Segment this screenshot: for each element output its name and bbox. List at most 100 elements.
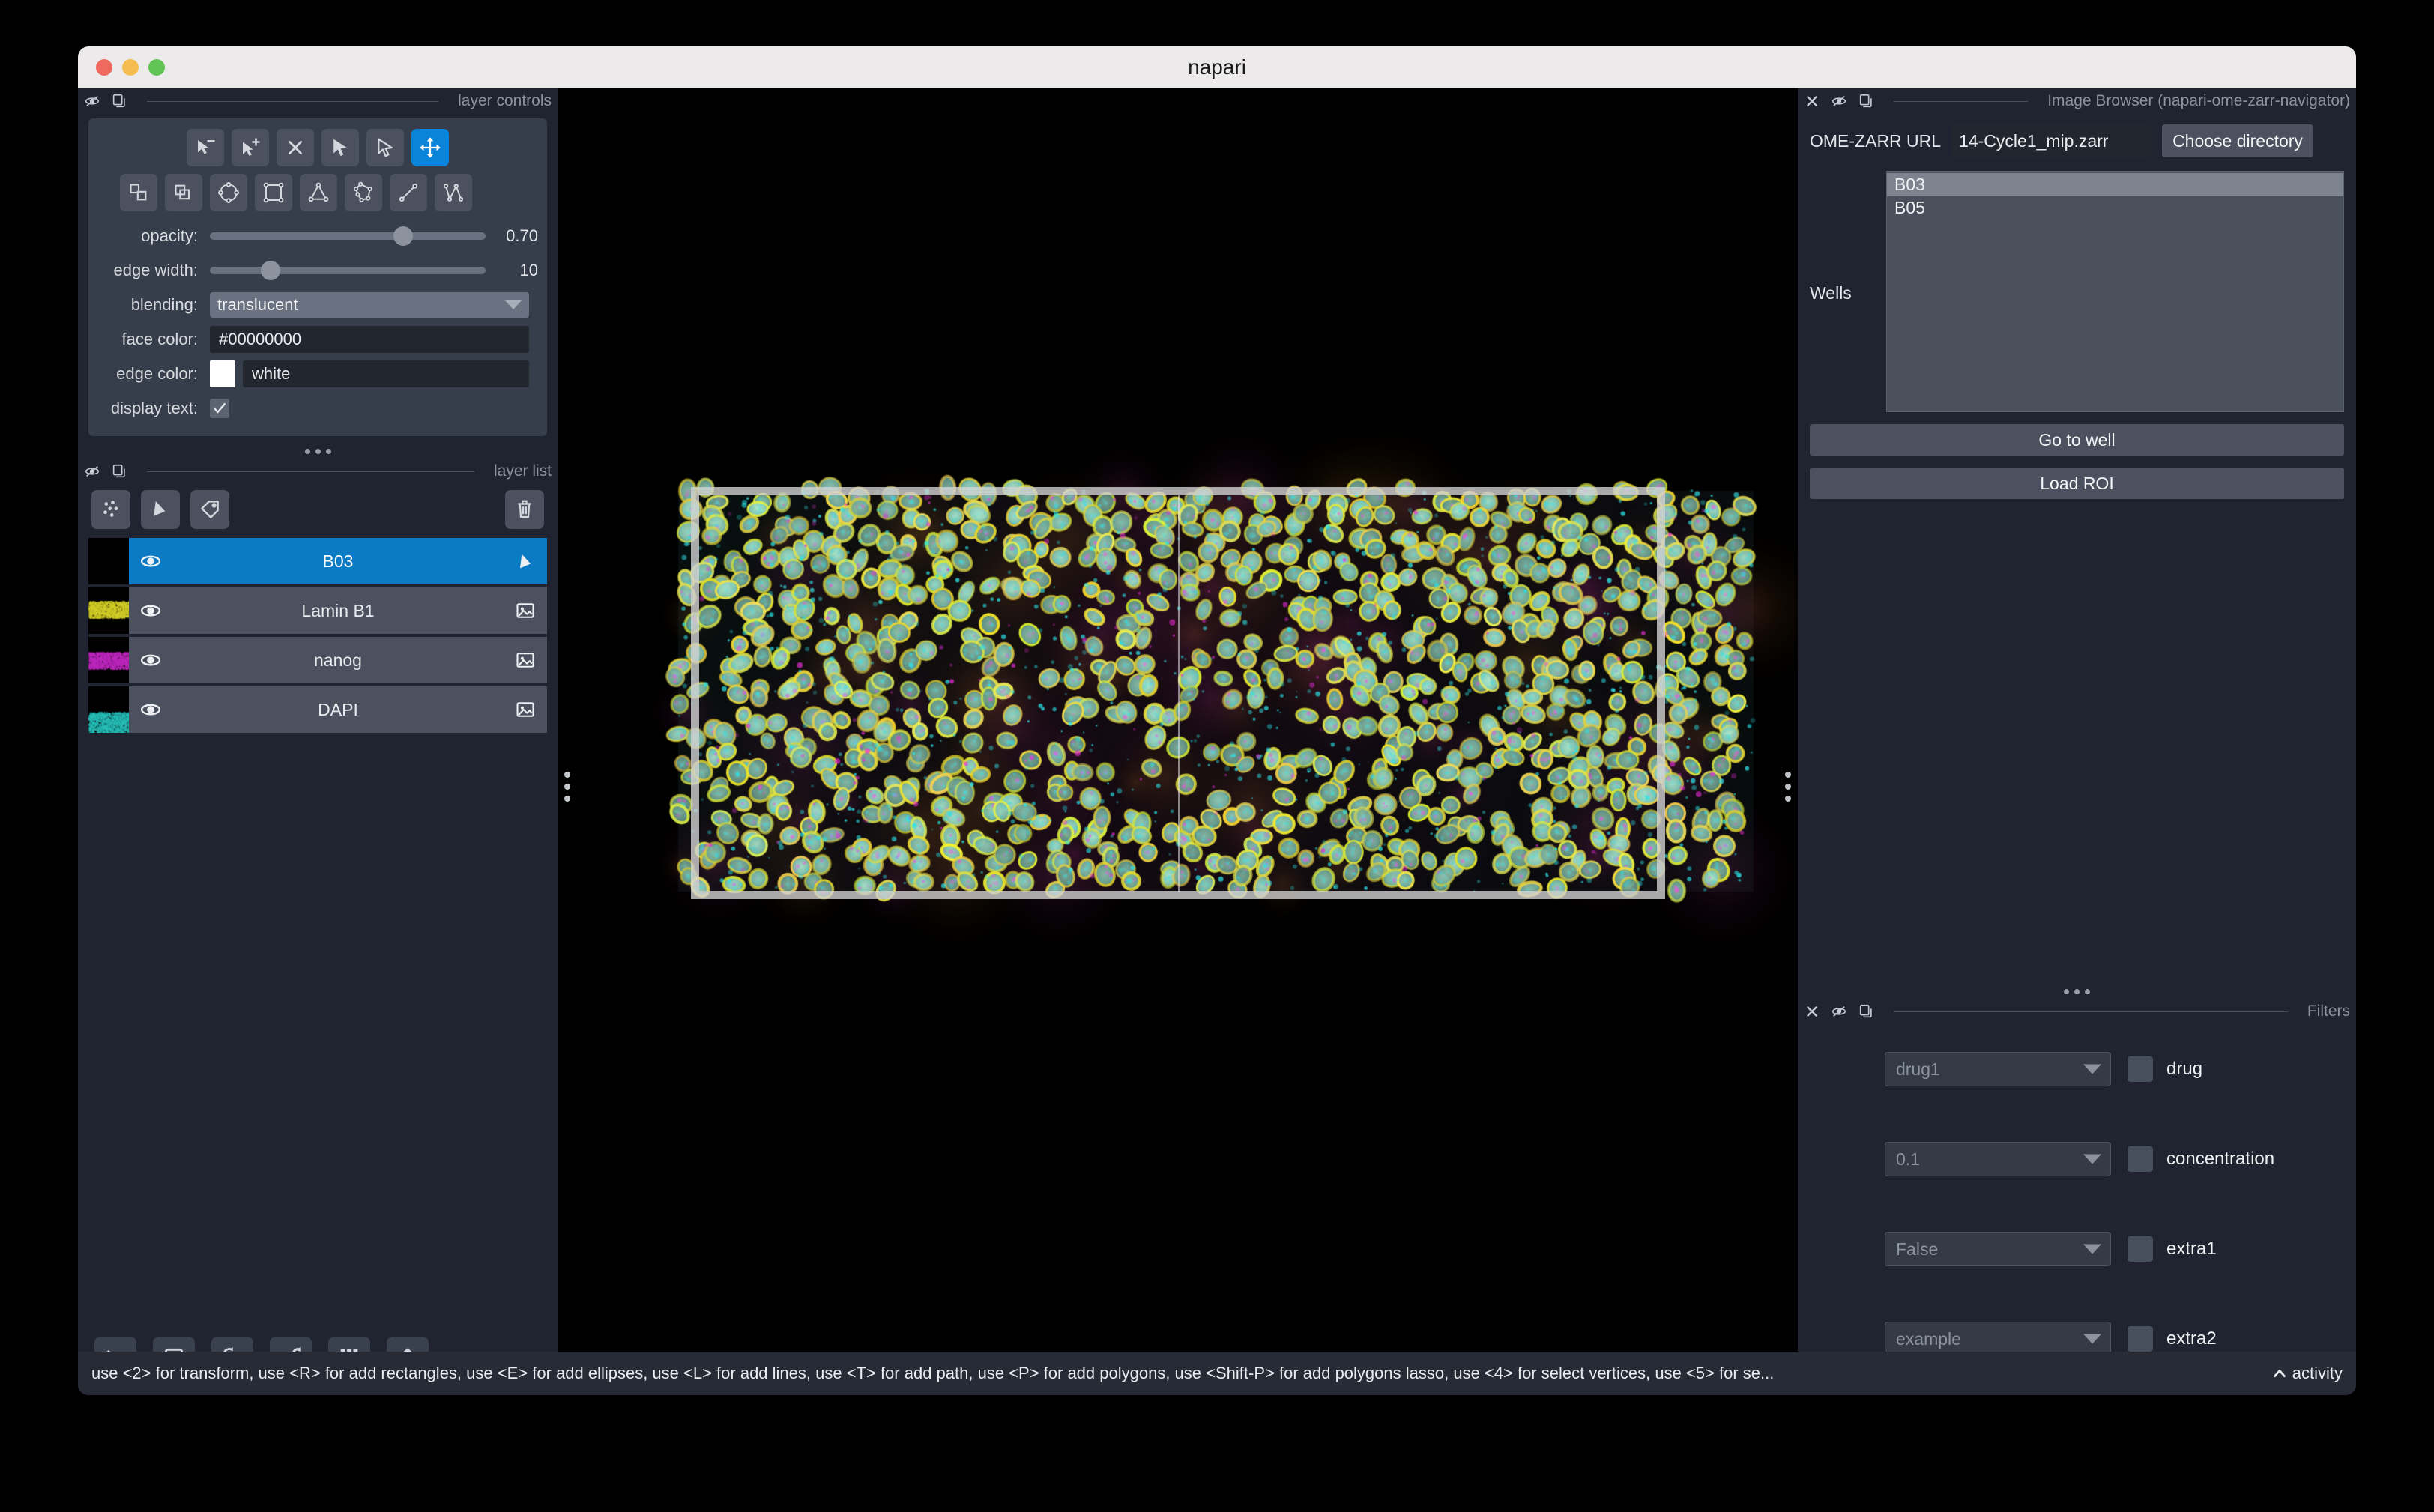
layer-controls-header: layer controls bbox=[78, 88, 558, 114]
delete-layer-button[interactable] bbox=[505, 490, 544, 529]
select-shapes-tool[interactable] bbox=[321, 129, 359, 166]
filter-row: False extra1 bbox=[1798, 1204, 2356, 1294]
add-rectangle-tool[interactable] bbox=[255, 174, 292, 211]
new-labels-layer-button[interactable] bbox=[190, 490, 229, 529]
move-to-front-tool[interactable] bbox=[120, 174, 157, 211]
pan-zoom-tool[interactable] bbox=[411, 129, 449, 166]
status-text: use <2> for transform, use <R> for add r… bbox=[91, 1364, 2256, 1383]
layer-name: nanog bbox=[172, 650, 504, 671]
layer-controls-title: layer controls bbox=[458, 92, 552, 110]
layer-rows: B03 Lamin B1 nanog DAPI bbox=[88, 538, 547, 733]
blending-select[interactable]: translucent bbox=[210, 292, 529, 318]
visibility-off-icon[interactable] bbox=[84, 93, 100, 109]
filter-value-select[interactable]: False bbox=[1885, 1232, 2111, 1266]
visibility-eye-icon[interactable] bbox=[129, 599, 172, 622]
left-dock-splitter[interactable] bbox=[558, 764, 577, 809]
layer-name-bar[interactable]: DAPI bbox=[129, 686, 547, 733]
minimize-window-button[interactable] bbox=[122, 59, 139, 76]
visibility-eye-icon[interactable] bbox=[129, 649, 172, 671]
filter-label: extra1 bbox=[2166, 1239, 2217, 1260]
new-points-layer-button[interactable] bbox=[91, 490, 130, 529]
face-color-input[interactable]: #00000000 bbox=[210, 326, 529, 353]
window-controls bbox=[96, 59, 165, 76]
filter-rows: drug1 drug 0.1 concentration False extra1 exam… bbox=[1798, 1024, 2356, 1384]
activity-button[interactable]: activity bbox=[2256, 1364, 2343, 1383]
chevron-up-icon bbox=[2271, 1365, 2288, 1382]
layer-row[interactable]: nanog bbox=[88, 637, 547, 683]
face-color-label: face color: bbox=[97, 330, 210, 349]
layer-name: B03 bbox=[172, 551, 504, 572]
image-canvas[interactable] bbox=[558, 88, 1798, 1352]
filter-checkbox[interactable] bbox=[2128, 1146, 2153, 1172]
dock-splitter-handle[interactable] bbox=[78, 444, 558, 459]
add-polygon-tool[interactable] bbox=[345, 174, 382, 211]
filter-value-select[interactable]: drug1 bbox=[1885, 1052, 2111, 1086]
choose-directory-button[interactable]: Choose directory bbox=[2162, 124, 2313, 157]
layer-thumbnail bbox=[88, 637, 129, 683]
layer-controls-panel: opacity: 0.70 edge width: 10 blending: t… bbox=[88, 118, 547, 436]
layer-row[interactable]: DAPI bbox=[88, 686, 547, 733]
layer-name: Lamin B1 bbox=[172, 601, 504, 621]
layer-row[interactable]: Lamin B1 bbox=[88, 587, 547, 634]
ome-zarr-url-input[interactable]: 14-Cycle1_mip.zarr bbox=[1951, 124, 2151, 157]
image-layer-icon bbox=[504, 699, 547, 720]
delete-shape-tool[interactable] bbox=[277, 129, 314, 166]
filter-value: False bbox=[1896, 1239, 1938, 1260]
display-text-checkbox[interactable] bbox=[210, 399, 229, 418]
filter-checkbox[interactable] bbox=[2128, 1236, 2153, 1262]
zoom-window-button[interactable] bbox=[148, 59, 165, 76]
close-icon[interactable] bbox=[1804, 1003, 1820, 1020]
visibility-eye-icon[interactable] bbox=[129, 550, 172, 572]
wells-list[interactable]: B03 B05 bbox=[1886, 171, 2344, 412]
filters-splitter-handle[interactable] bbox=[1798, 984, 2356, 999]
well-list-item[interactable]: B03 bbox=[1887, 173, 2343, 196]
filters-header: Filters bbox=[1798, 999, 2356, 1024]
close-window-button[interactable] bbox=[96, 59, 112, 76]
close-icon[interactable] bbox=[1804, 93, 1820, 109]
edge-width-slider[interactable] bbox=[210, 267, 486, 274]
visibility-off-icon[interactable] bbox=[1831, 93, 1847, 109]
edge-color-swatch[interactable] bbox=[210, 360, 235, 387]
select-delete-vertex-tool[interactable] bbox=[187, 129, 224, 166]
layer-name-bar[interactable]: B03 bbox=[129, 538, 547, 584]
face-color-control: face color: #00000000 bbox=[97, 322, 538, 357]
image-browser-header: Image Browser (napari-ome-zarr-navigator… bbox=[1798, 88, 2356, 114]
filter-label: drug bbox=[2166, 1059, 2202, 1080]
add-line-tool[interactable] bbox=[390, 174, 427, 211]
copy-icon[interactable] bbox=[111, 93, 127, 109]
select-add-vertex-tool[interactable] bbox=[232, 129, 269, 166]
visibility-off-icon[interactable] bbox=[1831, 1003, 1847, 1020]
wells-row: Wells B03 B05 bbox=[1798, 171, 2356, 412]
opacity-slider[interactable] bbox=[210, 232, 486, 240]
window-title: napari bbox=[1188, 55, 1246, 79]
layer-list-title: layer list bbox=[494, 462, 552, 480]
chevron-down-icon bbox=[2083, 1065, 2101, 1074]
layer-name-bar[interactable]: Lamin B1 bbox=[129, 587, 547, 634]
right-dock-splitter[interactable] bbox=[1778, 764, 1798, 809]
visibility-eye-icon[interactable] bbox=[129, 698, 172, 721]
move-to-back-tool[interactable] bbox=[165, 174, 202, 211]
filter-value: example bbox=[1896, 1329, 1961, 1349]
go-to-well-button[interactable]: Go to well bbox=[1810, 424, 2344, 456]
filter-checkbox[interactable] bbox=[2128, 1056, 2153, 1082]
copy-icon[interactable] bbox=[111, 463, 127, 480]
visibility-off-icon[interactable] bbox=[84, 463, 100, 480]
status-bar: use <2> for transform, use <R> for add r… bbox=[78, 1352, 2356, 1395]
edge-color-input[interactable]: white bbox=[243, 360, 529, 387]
well-list-item[interactable]: B05 bbox=[1887, 196, 2343, 220]
load-roi-button[interactable]: Load ROI bbox=[1810, 468, 2344, 499]
filter-checkbox[interactable] bbox=[2128, 1326, 2153, 1352]
add-ellipse-tool[interactable] bbox=[210, 174, 247, 211]
add-path-tool[interactable] bbox=[435, 174, 472, 211]
copy-icon[interactable] bbox=[1858, 93, 1874, 109]
add-triangle-tool[interactable] bbox=[300, 174, 337, 211]
edge-width-value: 10 bbox=[496, 261, 538, 280]
title-bar: napari bbox=[78, 46, 2356, 88]
filter-value-select[interactable]: 0.1 bbox=[1885, 1142, 2111, 1176]
direct-select-tool[interactable] bbox=[366, 129, 404, 166]
layer-list-panel: B03 Lamin B1 nanog DAPI bbox=[88, 484, 547, 733]
new-shapes-layer-button[interactable] bbox=[141, 490, 180, 529]
copy-icon[interactable] bbox=[1858, 1003, 1874, 1020]
layer-row[interactable]: B03 bbox=[88, 538, 547, 584]
layer-name-bar[interactable]: nanog bbox=[129, 637, 547, 683]
